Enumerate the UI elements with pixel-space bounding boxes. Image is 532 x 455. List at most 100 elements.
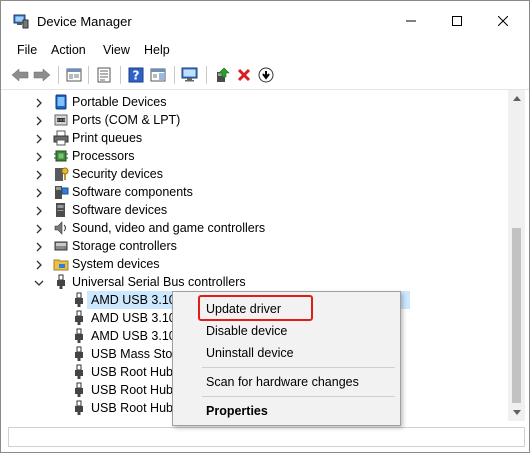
toolbar-separator: [120, 66, 121, 84]
status-bar: [8, 427, 525, 447]
tree-category-row[interactable]: Print queues: [8, 129, 506, 147]
context-disable-device[interactable]: Disable device: [206, 322, 287, 340]
usb-device-icon: [71, 382, 87, 398]
menu-file[interactable]: File: [15, 41, 39, 59]
device-manager-window: Device Manager File Action View Help ? P…: [0, 0, 530, 453]
chevron-right-icon[interactable]: [34, 241, 44, 252]
usb-device-label: USB Root Hub: [91, 401, 173, 415]
tree-category-label: Ports (COM & LPT): [72, 113, 181, 127]
minimize-button[interactable]: [388, 1, 434, 41]
maximize-icon: [452, 16, 462, 26]
context-scan-hardware[interactable]: Scan for hardware changes: [206, 373, 359, 391]
tree-category-label: Print queues: [72, 131, 143, 145]
menu-bar: File Action View Help: [1, 41, 529, 59]
context-menu: Update driver Disable device Uninstall d…: [172, 291, 401, 426]
context-separator: [202, 367, 395, 368]
properties-sheet-icon[interactable]: [95, 66, 113, 84]
speaker-icon: [53, 220, 69, 236]
usb-device-icon: [71, 346, 87, 362]
tree-category-label: Security devices: [72, 167, 164, 181]
back-arrow-icon[interactable]: [11, 66, 29, 84]
toolbar-separator: [174, 66, 175, 84]
tree-category-label: Software components: [72, 185, 193, 199]
tree-category-row[interactable]: Processors: [8, 147, 506, 165]
scan-hardware-monitor-icon[interactable]: [181, 66, 199, 84]
tree-category-label: Storage controllers: [72, 239, 177, 253]
toolbar-separator: [206, 66, 207, 84]
tree-category-label: Processors: [72, 149, 135, 163]
maximize-button[interactable]: [434, 1, 480, 41]
usb-device-icon: [71, 400, 87, 416]
storage-controller-icon: [53, 238, 69, 254]
system-folder-icon: [53, 256, 69, 272]
tree-category-row[interactable]: Ports (COM & LPT): [8, 111, 506, 129]
chevron-right-icon[interactable]: [34, 133, 44, 144]
tree-category-row[interactable]: Storage controllers: [8, 237, 506, 255]
chevron-right-icon[interactable]: [34, 205, 44, 216]
menu-help[interactable]: Help: [142, 41, 172, 59]
usb-device-label: USB Root Hub: [91, 365, 173, 379]
tree-category-label: Universal Serial Bus controllers: [72, 275, 246, 289]
chevron-right-icon[interactable]: [34, 97, 44, 108]
context-separator: [202, 396, 395, 397]
scrollbar-thumb[interactable]: [512, 228, 521, 403]
scroll-down-icon[interactable]: [508, 404, 525, 421]
chevron-right-icon[interactable]: [34, 169, 44, 180]
usb-device-label: USB Root Hub: [91, 383, 173, 397]
menu-view[interactable]: View: [101, 41, 132, 59]
chevron-right-icon[interactable]: [34, 187, 44, 198]
context-update-driver[interactable]: Update driver: [206, 300, 281, 318]
chevron-right-icon[interactable]: [34, 115, 44, 126]
tree-category-row[interactable]: Security devices: [8, 165, 506, 183]
tree-category-label: System devices: [72, 257, 160, 271]
device-manager-app-icon: [13, 13, 29, 29]
tree-category-row[interactable]: Universal Serial Bus controllers: [8, 273, 506, 291]
printer-icon: [53, 130, 69, 146]
tree-category-label: Sound, video and game controllers: [72, 221, 266, 235]
chevron-down-icon[interactable]: [34, 277, 44, 287]
toolbar: ?: [1, 61, 529, 90]
update-driver-icon[interactable]: [213, 66, 231, 84]
close-button[interactable]: [480, 1, 526, 41]
usb-device-label: AMD USB 3.10: [91, 311, 176, 325]
vertical-scrollbar[interactable]: [508, 90, 525, 421]
usb-device-label: USB Mass Stora: [91, 347, 184, 361]
security-key-icon: [53, 166, 69, 182]
action-pane-icon[interactable]: [149, 66, 167, 84]
tree-category-label: Software devices: [72, 203, 168, 217]
scroll-up-icon[interactable]: [508, 90, 525, 107]
usb-device-label: AMD USB 3.10: [91, 293, 176, 307]
software-device-icon: [53, 202, 69, 218]
chevron-right-icon[interactable]: [34, 223, 44, 234]
chevron-right-icon[interactable]: [34, 259, 44, 270]
usb-device-icon: [71, 364, 87, 380]
tree-category-row[interactable]: Software devices: [8, 201, 506, 219]
tree-category-label: Portable Devices: [72, 95, 167, 109]
forward-arrow-icon[interactable]: [33, 66, 51, 84]
toolbar-separator: [88, 66, 89, 84]
usb-device-icon: [71, 292, 87, 308]
usb-connector-icon: [53, 274, 69, 290]
close-icon: [498, 16, 508, 26]
tree-category-row[interactable]: Sound, video and game controllers: [8, 219, 506, 237]
usb-device-icon: [71, 310, 87, 326]
menu-action[interactable]: Action: [49, 41, 88, 59]
show-hide-console-tree-icon[interactable]: [65, 66, 83, 84]
processor-icon: [53, 148, 69, 164]
toolbar-separator: [58, 66, 59, 84]
context-uninstall-device[interactable]: Uninstall device: [206, 344, 294, 362]
minimize-icon: [406, 20, 416, 22]
port-icon: [53, 112, 69, 128]
usb-device-label: AMD USB 3.10: [91, 329, 176, 343]
svg-text:?: ?: [133, 69, 140, 83]
software-component-icon: [53, 184, 69, 200]
chevron-right-icon[interactable]: [34, 151, 44, 162]
tree-category-row[interactable]: Portable Devices: [8, 93, 506, 111]
title-bar[interactable]: Device Manager: [1, 1, 529, 41]
help-icon[interactable]: ?: [127, 66, 145, 84]
tree-category-row[interactable]: System devices: [8, 255, 506, 273]
tree-category-row[interactable]: Software components: [8, 183, 506, 201]
uninstall-device-icon[interactable]: [235, 66, 253, 84]
disable-device-icon[interactable]: [257, 66, 275, 84]
context-properties[interactable]: Properties: [206, 402, 268, 420]
